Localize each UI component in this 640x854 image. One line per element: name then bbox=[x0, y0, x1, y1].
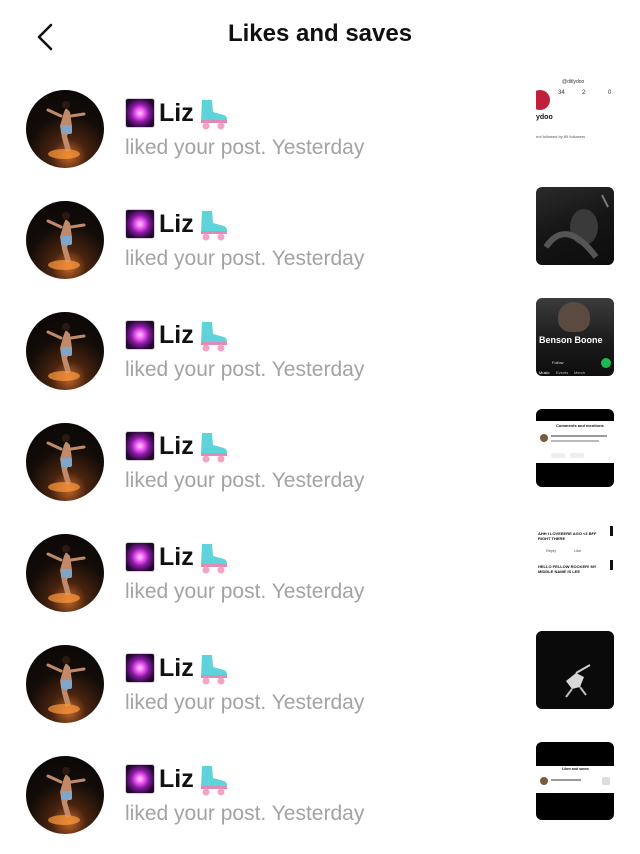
avatar[interactable] bbox=[26, 90, 104, 168]
user-name[interactable]: Liz bbox=[159, 432, 194, 461]
notification-row[interactable]: Liz liked your post. Yesterday Likes and… bbox=[0, 742, 640, 853]
roller-skate-icon bbox=[200, 433, 227, 463]
user-name[interactable]: Liz bbox=[159, 210, 194, 239]
roller-skate-icon bbox=[200, 544, 227, 574]
notification-row[interactable]: Liz liked your post. Yesterday Benson Bo… bbox=[0, 298, 640, 409]
notification-row[interactable]: Liz liked your post. Yesterday bbox=[0, 631, 640, 742]
name-line: Liz bbox=[125, 541, 230, 574]
photo-image bbox=[565, 664, 591, 698]
notification-text: liked your post. Yesterday bbox=[125, 247, 365, 270]
roller-skate-icon bbox=[200, 322, 227, 352]
name-line: Liz bbox=[125, 97, 230, 130]
artist-photo bbox=[558, 302, 590, 332]
sparkle-emoji-icon bbox=[125, 653, 155, 683]
name-line: Liz bbox=[125, 208, 230, 241]
user-name[interactable]: Liz bbox=[159, 99, 194, 128]
notification-text: liked your post. Yesterday bbox=[125, 691, 365, 714]
avatar[interactable] bbox=[26, 423, 104, 501]
post-thumbnail[interactable] bbox=[536, 631, 614, 709]
sparkle-emoji-icon bbox=[125, 764, 155, 794]
notification-text: liked your post. Yesterday bbox=[125, 580, 365, 603]
post-thumbnail[interactable]: Comments and mentions bbox=[536, 409, 614, 487]
page-title: Likes and saves bbox=[227, 20, 413, 47]
notification-row[interactable]: Liz liked your post. Yesterday Comments … bbox=[0, 409, 640, 520]
user-name[interactable]: Liz bbox=[159, 654, 194, 683]
name-line: Liz bbox=[125, 652, 230, 685]
play-icon bbox=[601, 358, 611, 368]
roller-skate-icon bbox=[200, 655, 227, 685]
name-line: Liz bbox=[125, 763, 230, 796]
notification-row[interactable]: Liz liked your post. Yesterday @ditlydoo… bbox=[0, 76, 640, 187]
post-thumbnail[interactable] bbox=[536, 187, 614, 265]
screenshot-content: Likes and saves bbox=[536, 766, 614, 793]
user-name[interactable]: Liz bbox=[159, 543, 194, 572]
sparkle-emoji-icon bbox=[125, 542, 155, 572]
sparkle-emoji-icon bbox=[125, 431, 155, 461]
sparkle-emoji-icon bbox=[125, 209, 155, 239]
header: Likes and saves bbox=[0, 0, 640, 72]
profile-pic bbox=[536, 90, 550, 110]
sparkle-emoji-icon bbox=[125, 320, 155, 350]
avatar[interactable] bbox=[26, 312, 104, 390]
user-name[interactable]: Liz bbox=[159, 321, 194, 350]
name-line: Liz bbox=[125, 319, 230, 352]
avatar[interactable] bbox=[26, 534, 104, 612]
post-thumbnail[interactable]: Likes and saves bbox=[536, 742, 614, 820]
post-thumbnail[interactable]: @ditlydoo 34 2 0 ydoo not followed by 85… bbox=[536, 76, 614, 154]
avatar[interactable] bbox=[26, 645, 104, 723]
roller-skate-icon bbox=[200, 211, 227, 241]
avatar[interactable] bbox=[26, 201, 104, 279]
roller-skate-icon bbox=[200, 766, 227, 796]
screenshot-content: Comments and mentions bbox=[536, 421, 614, 463]
avatar[interactable] bbox=[26, 756, 104, 834]
name-line: Liz bbox=[125, 430, 230, 463]
notification-text: liked your post. Yesterday bbox=[125, 358, 365, 381]
notification-row[interactable]: Liz liked your post. Yesterday AHH I LOV… bbox=[0, 520, 640, 631]
post-thumbnail[interactable]: AHH I LOVEEERE AGO <3 BFF RIGHT THERE Re… bbox=[536, 520, 614, 598]
notification-text: liked your post. Yesterday bbox=[125, 469, 365, 492]
post-thumbnail[interactable]: Benson Boone Follow Music Events Merch bbox=[536, 298, 614, 376]
roller-skate-icon bbox=[200, 100, 227, 130]
notification-row[interactable]: Liz liked your post. Yesterday bbox=[0, 187, 640, 298]
photo-image bbox=[543, 194, 609, 259]
sparkle-emoji-icon bbox=[125, 98, 155, 128]
notification-text: liked your post. Yesterday bbox=[125, 136, 365, 159]
user-name[interactable]: Liz bbox=[159, 765, 194, 794]
notification-text: liked your post. Yesterday bbox=[125, 802, 365, 825]
